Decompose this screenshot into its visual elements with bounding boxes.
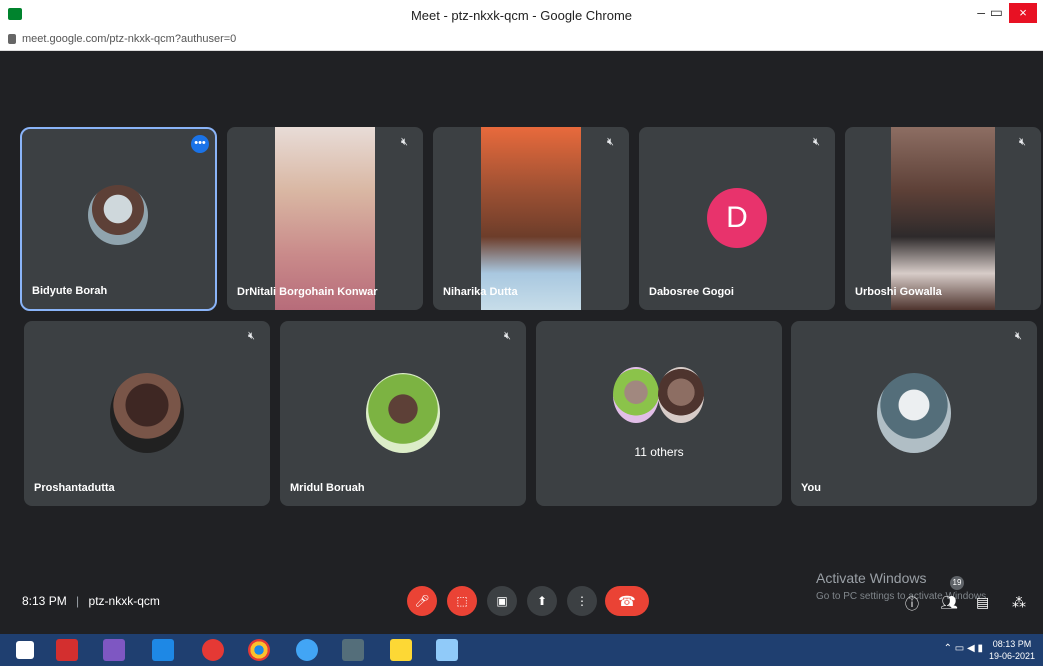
mic-off-icon: 🔇︎ [1015,330,1022,342]
mic-off-icon: 🔇︎ [813,136,820,148]
initial-avatar: D [707,188,767,248]
taskbar-date: 19-06-2021 [988,651,1035,661]
end-call-icon: ☎ [618,593,636,609]
window-title: Meet - ptz-nkxk-qcm - Google Chrome [410,8,633,23]
media-app-icon[interactable] [103,639,125,661]
more-options-icon[interactable]: ••• [191,135,209,153]
meeting-stage: ••• Bidyute Borah 🔇︎ DrNitali Borgohain … [0,51,1043,634]
more-options-button[interactable]: ⋮ [567,586,597,616]
mic-off-icon: 🔇︎ [401,136,408,148]
participant-tile[interactable]: 🔇︎ Mridul Boruah [280,321,526,506]
captions-button[interactable]: ▣ [487,586,517,616]
taskbar-clock[interactable]: 08:13 PM 19-06-2021 [989,638,1035,662]
participant-tile[interactable]: 🔇︎ DrNitali Borgohain Konwar [227,127,423,310]
end-call-button[interactable]: ☎ [605,586,649,616]
camera-toggle-button[interactable]: ⬚ [447,586,477,616]
others-label: 11 others [634,445,684,459]
meeting-info: 8:13 PM | ptz-nkxk-qcm [22,594,160,608]
acrobat-icon[interactable] [56,639,78,661]
mic-off-icon: 🔇︎ [248,330,255,342]
separator: | [76,594,80,608]
mic-off-icon: 🔇︎ [607,136,614,148]
restore-button[interactable]: ▭ [990,4,1003,21]
participant-name: Dabosree Gogoi [649,286,734,298]
file-explorer-icon[interactable] [390,639,412,661]
participant-tile[interactable]: 🔇︎ Urboshi Gowalla [845,127,1041,310]
word-icon[interactable] [152,639,174,661]
present-icon: ⬆ [536,594,548,608]
participant-name: Mridul Boruah [290,482,365,494]
mic-toggle-button[interactable]: 🎤︎ [407,586,437,616]
avatar [658,367,704,423]
cam-off-icon: ⬚ [456,594,468,608]
video-feed [481,127,581,310]
taskbar-time: 08:13 PM [992,639,1032,649]
avatar [613,367,659,423]
chat-icon[interactable]: ▤ [976,594,989,611]
activate-windows-subtext: Go to PC settings to activate Windows. [816,591,989,602]
mic-off-icon: 🔇︎ [504,330,511,342]
participant-name: You [801,482,821,494]
address-bar[interactable]: meet.google.com/ptz-nkxk-qcm?authuser=0 [0,30,1043,51]
participant-name: Niharika Dutta [443,286,518,298]
chrome-active-icon[interactable] [342,639,364,661]
participant-tile[interactable]: D 🔇︎ Dabosree Gogoi [639,127,835,310]
avatar [366,373,440,453]
app-window-icon[interactable] [436,639,458,661]
activities-icon[interactable]: ⁂ [1012,594,1026,611]
avatar [88,185,148,245]
avatar [877,373,951,453]
browser-title-bar: Meet - ptz-nkxk-qcm - Google Chrome – ▭ … [0,0,1043,30]
system-tray-icons[interactable]: ⌃ ▭ ◀ ▮ [944,643,983,654]
activate-windows-watermark: Activate Windows [816,570,927,586]
participant-tile[interactable]: 🔇︎ Niharika Dutta [433,127,629,310]
participant-name: Bidyute Borah [32,285,108,297]
more-icon: ⋮ [576,594,588,608]
participant-name: Proshantadutta [34,482,115,494]
captions-icon: ▣ [496,594,508,608]
chrome-icon[interactable] [248,639,270,661]
participant-name: DrNitali Borgohain Konwar [237,286,378,298]
participant-tile[interactable]: 11 others [536,321,782,506]
mic-off-icon: 🔇︎ [1019,136,1026,148]
participant-tile[interactable]: ••• Bidyute Borah [20,127,217,311]
participant-tile[interactable]: 🔇︎ Proshantadutta [24,321,270,506]
people-icon[interactable]: 👥︎ [940,594,958,611]
meeting-code[interactable]: ptz-nkxk-qcm [89,594,160,608]
mic-off-icon: 🎤︎ [414,594,430,608]
participant-name: Urboshi Gowalla [855,286,942,298]
windows-taskbar: ⌃ ▭ ◀ ▮ 08:13 PM 19-06-2021 [0,634,1043,666]
present-button[interactable]: ⬆ [527,586,557,616]
participants-count-badge: 19 [950,576,964,590]
minimize-button[interactable]: – [977,4,985,20]
video-feed [275,127,375,310]
video-feed [891,127,995,310]
opera-icon[interactable] [202,639,224,661]
info-icon[interactable]: ⓘ [905,594,919,614]
start-icon[interactable] [16,641,34,659]
close-button[interactable]: × [1009,3,1037,23]
participant-tile[interactable]: 🔇︎ You [791,321,1037,506]
avatar [110,373,184,453]
internet-explorer-icon[interactable] [296,639,318,661]
lock-icon [8,34,16,44]
url-text[interactable]: meet.google.com/ptz-nkxk-qcm?authuser=0 [22,33,236,45]
meeting-time: 8:13 PM [22,594,67,608]
